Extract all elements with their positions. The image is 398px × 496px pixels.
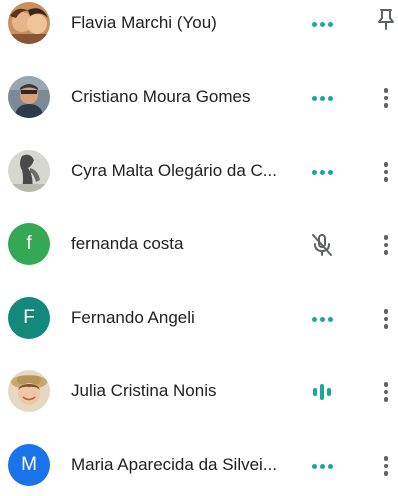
avatar-initial: F — [23, 307, 35, 328]
more-vert-icon[interactable] — [372, 229, 398, 261]
participant-name: Cyra Malta Olegário da C... — [71, 161, 277, 180]
avatar-initial: f — [26, 233, 32, 254]
participant-row[interactable]: f fernanda costa — [0, 215, 398, 275]
participant-row[interactable]: Flavia Marchi (You) — [0, 0, 398, 54]
participant-row[interactable]: Cristiano Moura Gomes — [0, 68, 398, 128]
avatar: F — [8, 297, 50, 339]
avatar — [8, 2, 50, 44]
avatar: M — [8, 444, 50, 486]
participant-name: Maria Aparecida da Silvei... — [71, 455, 277, 474]
more-vert-icon[interactable] — [372, 82, 398, 114]
avatar-initial: M — [21, 454, 37, 475]
participants-list: Flavia Marchi (You) Cristiano Moura Gome… — [0, 0, 398, 486]
participant-name: Cristiano Moura Gomes — [71, 87, 251, 106]
avatar: f — [8, 223, 50, 265]
participant-row[interactable]: Julia Cristina Nonis — [0, 362, 398, 422]
mic-off-icon — [307, 231, 337, 259]
participant-row[interactable]: F Fernando Angeli — [0, 289, 398, 349]
more-vert-icon[interactable] — [372, 376, 398, 408]
more-vert-icon[interactable] — [372, 303, 398, 335]
participant-row[interactable]: M Maria Aparecida da Silvei... — [0, 436, 398, 496]
participant-name: Julia Cristina Nonis — [71, 381, 217, 400]
avatar — [8, 76, 50, 118]
more-horiz-dots-icon — [307, 452, 337, 480]
more-horiz-dots-icon — [307, 305, 337, 333]
more-horiz-dots-icon — [307, 158, 337, 186]
participant-name: Flavia Marchi (You) — [71, 13, 217, 32]
speaking-bars-icon — [307, 378, 337, 406]
more-vert-icon[interactable] — [372, 156, 398, 188]
more-horiz-dots-icon — [307, 84, 337, 112]
participant-row[interactable]: Cyra Malta Olegário da C... — [0, 142, 398, 202]
more-horiz-dots-icon — [307, 10, 337, 38]
avatar — [8, 150, 50, 192]
more-vert-icon[interactable] — [372, 450, 398, 482]
avatar — [8, 370, 50, 412]
participant-name: Fernando Angeli — [71, 308, 195, 327]
pin-icon[interactable] — [372, 4, 398, 34]
participant-name: fernanda costa — [71, 234, 184, 253]
